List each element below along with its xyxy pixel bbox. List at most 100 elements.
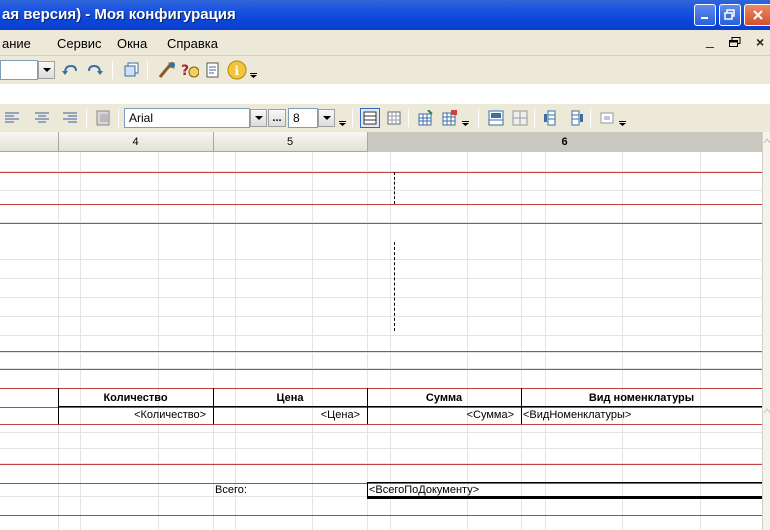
toolbar-separator (478, 109, 479, 127)
toolbar-separator (590, 109, 591, 127)
page-break-marker (394, 172, 395, 204)
scroll-thumb-icon (763, 408, 770, 414)
restore-button[interactable] (719, 4, 741, 26)
grid-hline (0, 432, 762, 433)
group-columns-icon (571, 110, 583, 126)
combo-dropdown-button[interactable] (38, 61, 55, 79)
help-pointer-button[interactable]: ? (180, 60, 200, 80)
picture-overflow-button[interactable] (618, 112, 628, 132)
header-quantity[interactable]: Количество (58, 392, 213, 404)
align-left-button[interactable] (2, 108, 22, 128)
cell-price-param[interactable]: <Цена> (321, 409, 360, 421)
restore-icon (724, 9, 735, 20)
toolbar-combo[interactable] (0, 60, 38, 80)
cell-quantity-param[interactable]: <Количество> (134, 409, 206, 421)
toolbar-separator (118, 109, 119, 127)
wizard-icon (158, 62, 175, 78)
mdi-restore-icon[interactable] (729, 35, 741, 51)
section-boundary-line (0, 223, 762, 224)
header-item-kind[interactable]: Вид номенклатуры (521, 392, 762, 404)
menu-bar: ание Сервис Окна Справка _ × (0, 30, 770, 56)
svg-text:i: i (235, 64, 240, 78)
split-cells-icon (512, 110, 528, 126)
group-rows-icon (544, 110, 556, 126)
group-rows-button[interactable] (541, 108, 561, 128)
total-label[interactable]: Всего: (215, 484, 247, 496)
mdi-close-icon[interactable]: × (756, 34, 764, 50)
toolbar-overflow-button[interactable] (249, 64, 259, 84)
grid-vline (390, 152, 391, 530)
undo-icon (62, 64, 77, 75)
font-name-dropdown-button[interactable] (250, 109, 267, 127)
menu-item-help[interactable]: Справка (167, 36, 218, 51)
close-button[interactable] (744, 4, 770, 26)
close-icon (752, 10, 763, 20)
rows-view-button[interactable] (360, 108, 380, 128)
toolbar-separator (112, 61, 113, 79)
font-size-combo[interactable]: 8 (288, 108, 318, 128)
font-size-dropdown-button[interactable] (318, 109, 335, 127)
align-right-icon (63, 112, 77, 123)
vertical-scrollbar[interactable] (762, 132, 770, 530)
align-center-icon (35, 112, 49, 123)
cell-sum-param[interactable]: <Сумма> (467, 409, 514, 421)
cell-format-button[interactable] (94, 108, 114, 128)
insert-table-button[interactable] (416, 108, 436, 128)
chevron-down-icon (322, 115, 331, 120)
merge-cells-icon (488, 110, 504, 126)
grid-vline (235, 152, 236, 530)
menu-item-service[interactable]: Сервис (57, 36, 102, 51)
align-center-button[interactable] (32, 108, 52, 128)
column-header-6[interactable]: 6 (367, 136, 762, 148)
overflow-chevron-icon (462, 121, 469, 126)
grid-hline (0, 316, 762, 317)
grid-vline (158, 152, 159, 530)
table-overflow-button[interactable] (461, 112, 471, 132)
section-boundary-line (0, 515, 762, 516)
cell-item-kind-param[interactable]: <ВидНоменклатуры> (523, 409, 631, 421)
overflow-chevron-icon (339, 121, 346, 126)
redo-button[interactable] (85, 60, 105, 80)
cell-format-icon (96, 110, 110, 126)
insert-picture-icon (600, 112, 614, 124)
chevron-down-icon (254, 115, 263, 120)
menu-item-edit[interactable]: ание (2, 36, 31, 51)
scroll-up-icon (763, 138, 770, 144)
minimize-button[interactable] (694, 4, 716, 26)
group-columns-button[interactable] (565, 108, 585, 128)
windows-button[interactable] (122, 60, 142, 80)
document-button[interactable] (203, 60, 223, 80)
grid-view-icon (387, 111, 401, 125)
help-pointer-icon: ? (181, 63, 199, 79)
grid-vline (213, 152, 214, 530)
svg-text:?: ? (181, 63, 189, 79)
header-price[interactable]: Цена (213, 392, 367, 404)
window-title: ая версия) - Моя конфигурация (2, 6, 236, 23)
header-sum[interactable]: Сумма (367, 392, 521, 404)
grid-view-button[interactable] (384, 108, 404, 128)
grid-vline (622, 152, 623, 530)
font-more-button[interactable]: ... (268, 109, 286, 127)
column-header-5[interactable]: 5 (213, 136, 367, 148)
table-border (58, 406, 762, 407)
grid-hline (0, 190, 762, 191)
merge-cells-button[interactable] (486, 108, 506, 128)
format-overflow-button[interactable] (338, 112, 348, 132)
windows-icon (124, 62, 139, 77)
menu-item-windows[interactable]: Окна (117, 36, 147, 51)
grid-hline (0, 448, 762, 449)
grid-vline (521, 152, 522, 530)
title-bar: ая версия) - Моя конфигурация (0, 0, 770, 30)
align-right-button[interactable] (60, 108, 80, 128)
column-header-4[interactable]: 4 (58, 136, 213, 148)
table-settings-button[interactable] (440, 108, 460, 128)
info-button[interactable]: i (226, 59, 248, 81)
font-name-combo[interactable]: Arial (124, 108, 250, 128)
split-cells-button[interactable] (510, 108, 530, 128)
toolbar-separator (534, 109, 535, 127)
spreadsheet-grid[interactable]: Количество Цена Сумма Вид номенклатуры <… (0, 152, 762, 530)
insert-picture-button[interactable] (597, 108, 617, 128)
undo-button[interactable] (60, 60, 80, 80)
mdi-minimize-icon[interactable]: _ (706, 32, 714, 48)
wizard-button[interactable] (157, 60, 177, 80)
